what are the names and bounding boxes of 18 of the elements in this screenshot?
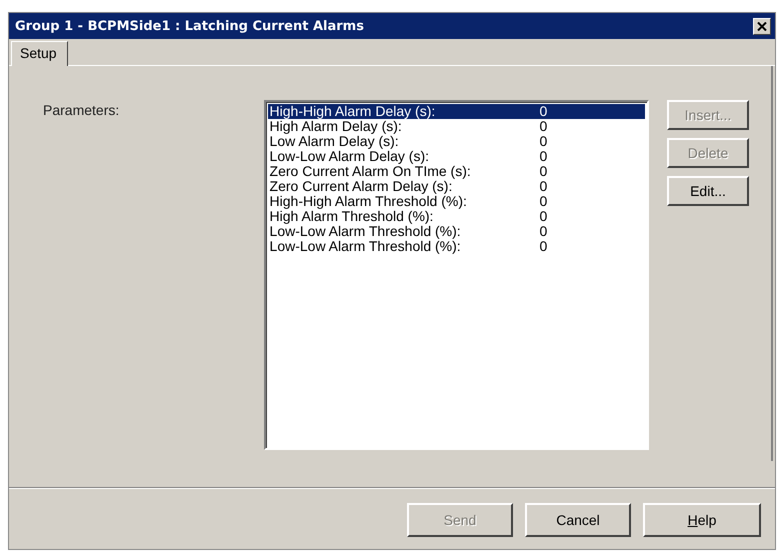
- list-action-button[interactable]: Edit...: [667, 176, 749, 206]
- list-item[interactable]: Zero Current Alarm On TIme (s): 0: [268, 164, 645, 179]
- list-item[interactable]: Low Alarm Delay (s): 0: [268, 134, 645, 149]
- list-item[interactable]: High Alarm Threshold (%): 0: [268, 209, 645, 224]
- tab[interactable]: Setup: [11, 41, 68, 66]
- list-item[interactable]: Low-Low Alarm Threshold (%): 0: [268, 224, 645, 239]
- parameters-label: Parameters:: [43, 102, 120, 118]
- dialog-button[interactable]: Cancel: [525, 503, 631, 537]
- close-icon: [757, 22, 767, 30]
- dialog-button[interactable]: Help: [643, 503, 761, 537]
- list-item[interactable]: Low-Low Alarm Threshold (%): 0: [268, 239, 645, 254]
- window-title: Group 1 - BCPMSide1 : Latching Current Alarms: [15, 18, 364, 34]
- close-button[interactable]: [753, 18, 771, 34]
- list-item[interactable]: Low-Low Alarm Delay (s): 0: [268, 149, 645, 164]
- list-item[interactable]: High-High Alarm Threshold (%): 0: [268, 194, 645, 209]
- list-item[interactable]: Zero Current Alarm Delay (s): 0: [268, 179, 645, 194]
- list-item[interactable]: High-High Alarm Delay (s): 0: [268, 104, 645, 119]
- list-item[interactable]: High Alarm Delay (s): 0: [268, 119, 645, 134]
